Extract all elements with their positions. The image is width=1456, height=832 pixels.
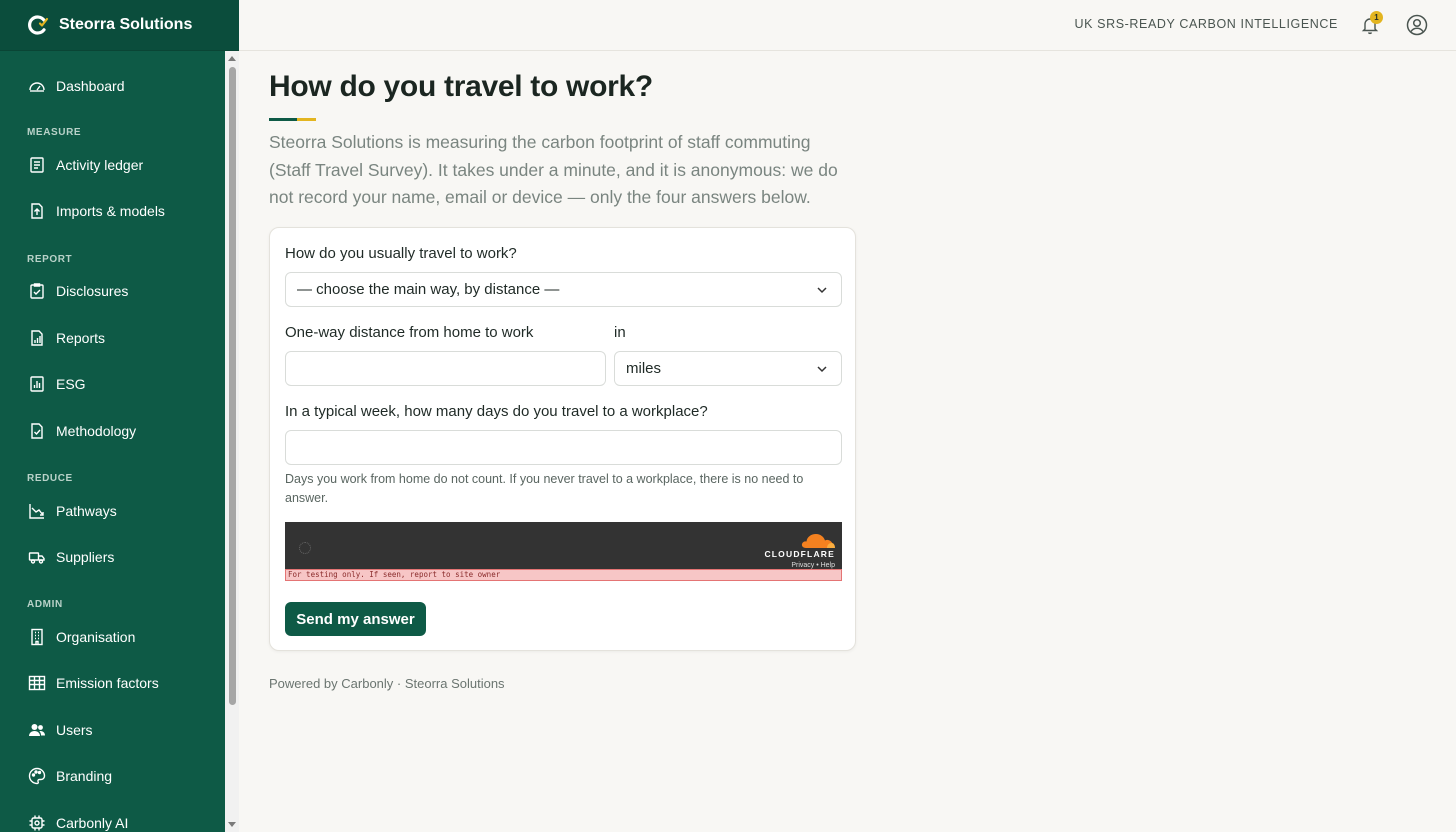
sidebar-item-label: Methodology <box>56 423 137 439</box>
user-account-icon[interactable] <box>1406 14 1428 36</box>
sidebar-item-label: Emission factors <box>56 675 159 691</box>
report-chart-icon <box>31 330 43 346</box>
chevron-down-icon <box>817 366 827 373</box>
sidebar-item-label: Suppliers <box>56 549 115 565</box>
building-icon <box>31 628 43 646</box>
clipboard-check-icon <box>30 283 44 299</box>
scroll-down-arrow-icon[interactable] <box>228 820 236 828</box>
page-title: How do you travel to work? <box>269 70 653 103</box>
sidebar-item-label: Disclosures <box>56 283 129 299</box>
sidebar-item-suppliers[interactable]: Suppliers <box>28 546 114 568</box>
sidebar-item-label: Users <box>56 722 93 738</box>
notification-badge: 1 <box>1370 11 1383 24</box>
sidebar-item-dashboard[interactable]: Dashboard <box>28 75 125 97</box>
chip-icon <box>29 815 45 831</box>
sidebar: Steorra Solutions Dashboard MEASURE Acti… <box>0 0 239 832</box>
brand-name: Steorra Solutions <box>59 16 193 33</box>
sidebar-item-label: Organisation <box>56 629 136 645</box>
sidebar-nav: Dashboard MEASURE Activity ledger Import… <box>0 51 225 832</box>
chevron-down-icon <box>817 287 827 294</box>
users-icon <box>29 724 45 736</box>
title-underline-yellow <box>297 118 316 121</box>
section-measure: MEASURE <box>27 127 82 138</box>
intro-text: Steorra Solutions is measuring the carbo… <box>269 132 838 207</box>
title-underline-green <box>269 118 297 121</box>
sidebar-item-carbonly-ai[interactable]: Carbonly AI <box>28 812 128 832</box>
cloudflare-brand-text: CLOUDFLARE <box>764 549 835 559</box>
page-footer: Powered by Carbonly · Steorra Solutions <box>269 676 505 691</box>
days-input[interactable] <box>285 430 842 465</box>
sidebar-item-reports[interactable]: Reports <box>28 327 105 349</box>
unit-label: in <box>614 324 626 341</box>
gauge-icon <box>29 82 45 92</box>
distance-input[interactable] <box>285 351 606 386</box>
sidebar-item-label: Pathways <box>56 503 117 519</box>
checklist-icon <box>31 423 43 439</box>
cloudflare-cloud-icon <box>801 534 835 548</box>
sidebar-item-branding[interactable]: Branding <box>28 765 112 787</box>
section-admin: ADMIN <box>27 599 63 610</box>
sidebar-item-organisation[interactable]: Organisation <box>28 626 135 648</box>
sidebar-item-label: ESG <box>56 376 86 392</box>
distance-unit-select[interactable]: miles <box>614 351 842 386</box>
table-icon <box>28 675 46 691</box>
section-report: REPORT <box>27 254 73 265</box>
palette-icon <box>28 767 46 785</box>
travel-mode-select[interactable]: — choose the main way, by distance — <box>285 272 842 307</box>
captcha-test-warning: For testing only. If seen, report to sit… <box>285 569 842 581</box>
days-label: In a typical week, how many days do you … <box>285 403 708 420</box>
sidebar-scrollbar-thumb[interactable] <box>229 67 236 705</box>
brand[interactable]: Steorra Solutions <box>0 0 239 51</box>
sidebar-item-pathways[interactable]: Pathways <box>28 500 117 522</box>
upload-file-icon <box>31 203 43 219</box>
sidebar-item-label: Carbonly AI <box>56 815 129 831</box>
days-hint: Days you work from home do not count. If… <box>285 472 804 505</box>
sidebar-item-label: Dashboard <box>56 78 125 94</box>
sidebar-item-label: Imports & models <box>56 203 165 219</box>
scroll-up-arrow-icon[interactable] <box>228 55 236 63</box>
ledger-icon <box>30 157 44 173</box>
topbar-tagline: UK SRS-READY CARBON INTELLIGENCE <box>1074 17 1338 31</box>
sidebar-item-esg[interactable]: ESG <box>28 373 86 395</box>
distance-label: One-way distance from home to work <box>285 324 534 341</box>
sidebar-item-disclosures[interactable]: Disclosures <box>28 280 128 302</box>
sidebar-item-label: Reports <box>56 330 106 346</box>
section-reduce: REDUCE <box>27 473 73 484</box>
sidebar-item-users[interactable]: Users <box>28 719 93 741</box>
cloudflare-captcha-widget[interactable]: CLOUDFLARE Privacy • Help For testing on… <box>285 522 842 581</box>
sidebar-item-label: Activity ledger <box>56 157 144 173</box>
brand-logo-icon <box>28 15 49 35</box>
sidebar-item-label: Branding <box>56 768 113 784</box>
sidebar-item-emission-factors[interactable]: Emission factors <box>28 672 159 694</box>
captcha-spinner-icon <box>299 542 311 554</box>
travel-mode-label: How do you usually travel to work? <box>285 245 517 262</box>
truck-icon <box>28 552 45 564</box>
survey-form-card: How do you usually travel to work? — cho… <box>269 227 856 651</box>
sidebar-item-activity-ledger[interactable]: Activity ledger <box>28 154 143 176</box>
captcha-privacy-help-links[interactable]: Privacy • Help <box>791 562 835 569</box>
send-answer-button[interactable]: Send my answer <box>285 602 426 636</box>
travel-mode-value: — choose the main way, by distance — <box>297 281 560 298</box>
unit-value: miles <box>626 360 662 377</box>
sidebar-item-methodology[interactable]: Methodology <box>28 420 136 442</box>
sidebar-item-imports-models[interactable]: Imports & models <box>28 200 165 222</box>
bar-chart-icon <box>30 376 44 392</box>
trend-down-icon <box>29 504 44 519</box>
